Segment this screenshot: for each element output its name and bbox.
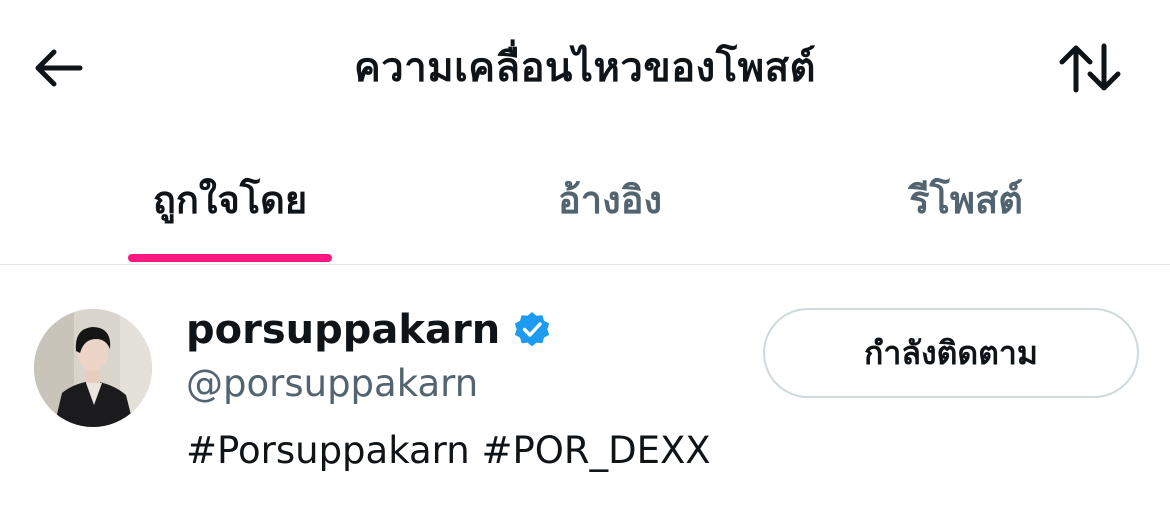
sort-button[interactable] xyxy=(1054,38,1126,98)
following-button[interactable]: กำลังติดตาม xyxy=(763,308,1139,398)
display-name[interactable]: porsuppakarn xyxy=(186,303,500,357)
tab-label: อ้างอิง xyxy=(557,178,663,222)
tab-label: รีโพสต์ xyxy=(909,178,1023,222)
tab-quotes[interactable]: อ้างอิง xyxy=(540,160,680,264)
sort-arrows-icon xyxy=(1059,43,1121,93)
display-name-row: porsuppakarn xyxy=(186,303,552,357)
verified-badge-icon xyxy=(514,312,550,347)
user-list-item[interactable]: porsuppakarn @porsuppakarn #Porsuppakarn… xyxy=(0,265,1170,521)
avatar-photo xyxy=(34,309,152,427)
user-handle: @porsuppakarn xyxy=(186,362,479,405)
active-tab-indicator xyxy=(128,254,332,262)
tab-liked-by[interactable]: ถูกใจโดย xyxy=(128,160,332,264)
avatar[interactable] xyxy=(34,309,152,427)
tab-label: ถูกใจโดย xyxy=(152,178,308,222)
user-bio: #Porsuppakarn #POR_DEXX xyxy=(186,429,711,472)
tab-reposts[interactable]: รีโพสต์ xyxy=(892,160,1040,264)
top-bar: ความเคลื่อนไหวของโพสต์ xyxy=(0,0,1170,140)
page-title: ความเคลื่อนไหวของโพสต์ xyxy=(354,45,816,91)
tab-bar: ถูกใจโดย อ้างอิง รีโพสต์ xyxy=(0,160,1170,264)
